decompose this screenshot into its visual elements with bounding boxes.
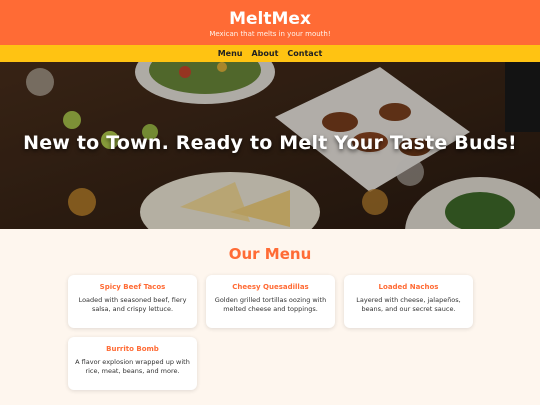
menu-card-description: A flavor explosion wrapped up with rice,… [75,358,190,375]
menu-heading: Our Menu [228,245,312,263]
menu-card-description: Golden grilled tortillas oozing with mel… [214,296,327,313]
menu-card-description: Layered with cheese, jalapeños, beans, a… [356,296,461,313]
site-logo[interactable]: MeltMex [0,0,540,29]
menu-card-title: Spicy Beef Tacos [99,283,166,291]
menu-section: Our Menu Spicy Beef Tacos Loaded with se… [0,229,540,390]
menu-card-title: Cheesy Quesadillas [232,283,309,291]
menu-card-title: Burrito Bomb [106,345,159,353]
menu-card-grid: Spicy Beef Tacos Loaded with seasoned be… [0,275,540,390]
nav-link-about[interactable]: About [251,49,278,58]
hero-title: New to Town. Ready to Melt Your Taste Bu… [23,132,517,154]
nav-link-contact[interactable]: Contact [287,49,322,58]
site-tagline: Mexican that melts in your mouth! [209,30,331,38]
menu-card[interactable]: Cheesy Quesadillas Golden grilled tortil… [206,275,335,328]
menu-card[interactable]: Spicy Beef Tacos Loaded with seasoned be… [68,275,197,328]
main-nav: Menu About Contact [0,45,540,62]
site-header: MeltMex Mexican that melts in your mouth… [0,0,540,45]
hero-banner: New to Town. Ready to Melt Your Taste Bu… [0,62,540,229]
nav-link-menu[interactable]: Menu [218,49,243,58]
menu-card[interactable]: Loaded Nachos Layered with cheese, jalap… [344,275,473,328]
menu-card[interactable]: Burrito Bomb A flavor explosion wrapped … [68,337,197,390]
menu-card-description: Loaded with seasoned beef, fiery salsa, … [78,296,187,313]
menu-card-title: Loaded Nachos [378,283,439,291]
